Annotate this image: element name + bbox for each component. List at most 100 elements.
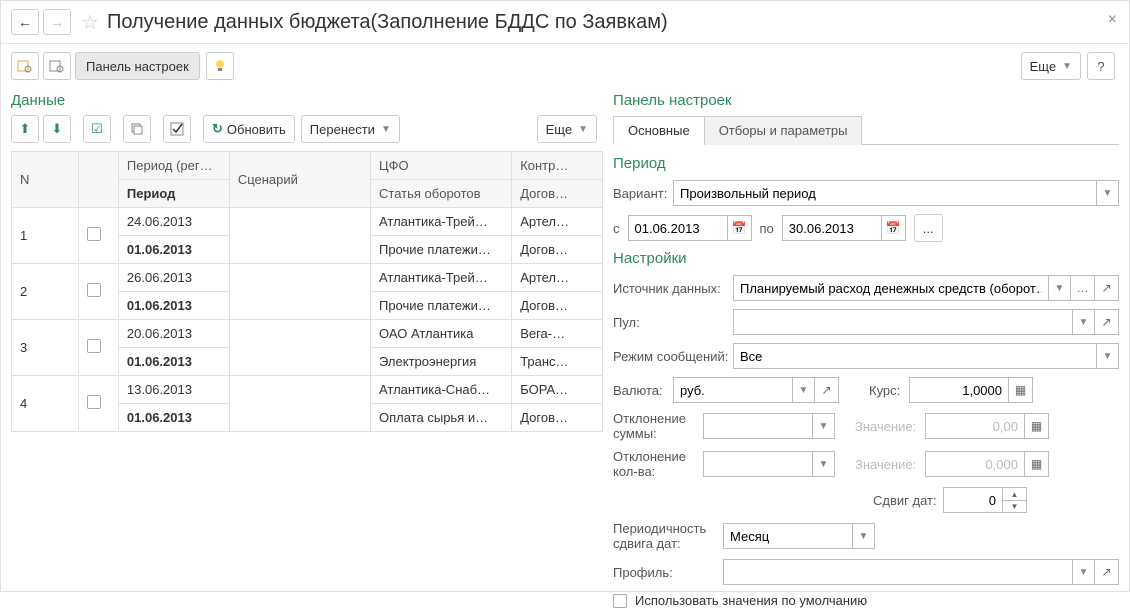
table-row[interactable]: 124.06.2013Атлантика-Трей…Артел… <box>12 208 603 236</box>
cell-period: 01.06.2013 <box>118 236 229 264</box>
qty-dev-select[interactable] <box>703 451 813 477</box>
tab-main[interactable]: Основные <box>613 116 705 145</box>
close-icon[interactable]: × <box>1108 11 1117 29</box>
transfer-button[interactable]: Перенести ▼ <box>301 115 400 143</box>
pool-input[interactable] <box>733 309 1073 335</box>
data-panel-title: Данные <box>11 92 603 109</box>
lightbulb-icon[interactable] <box>206 52 234 80</box>
cell-period: 01.06.2013 <box>118 348 229 376</box>
cell-period: 01.06.2013 <box>118 292 229 320</box>
calculator-icon[interactable]: ▦ <box>1025 413 1049 439</box>
refresh-label: Обновить <box>227 122 286 137</box>
col-scenario[interactable]: Сценарий <box>229 152 370 208</box>
col-cfo[interactable]: ЦФО <box>371 152 512 180</box>
chevron-down-icon[interactable]: ▼ <box>813 413 835 439</box>
chevron-down-icon[interactable]: ▼ <box>1097 180 1119 206</box>
help-button[interactable]: ? <box>1087 52 1115 80</box>
calendar-icon[interactable]: 📅 <box>728 215 752 241</box>
qty-value-input[interactable] <box>925 451 1025 477</box>
cell-check[interactable] <box>78 208 118 264</box>
calendar-icon[interactable]: 📅 <box>882 215 906 241</box>
cell-contractor: БОРА… <box>512 376 603 404</box>
date-from-input[interactable] <box>628 215 728 241</box>
config-icon-2[interactable] <box>43 52 71 80</box>
amount-dev-select[interactable] <box>703 413 813 439</box>
shift-label: Сдвиг дат: <box>873 493 943 508</box>
cell-contract: Догов… <box>512 236 603 264</box>
more-label: Еще <box>1030 59 1056 74</box>
cell-date: 26.06.2013 <box>118 264 229 292</box>
cell-contract: Догов… <box>512 404 603 432</box>
col-contractor[interactable]: Контр… <box>512 152 603 180</box>
col-check[interactable] <box>78 152 118 208</box>
cell-check[interactable] <box>78 320 118 376</box>
table-row[interactable]: 320.06.2013ОАО АтлантикаВега-… <box>12 320 603 348</box>
date-to-input[interactable] <box>782 215 882 241</box>
nav-forward-button[interactable]: → <box>43 9 71 35</box>
variant-select[interactable] <box>673 180 1097 206</box>
check-all-button[interactable]: ☑ <box>83 115 111 143</box>
source-label: Источник данных: <box>613 281 733 296</box>
toggle-check-button[interactable] <box>163 115 191 143</box>
shift-input[interactable] <box>943 487 1003 513</box>
cell-turnover: Электроэнергия <box>371 348 512 376</box>
amount-value-input[interactable] <box>925 413 1025 439</box>
cell-contractor: Вега-… <box>512 320 603 348</box>
open-button[interactable]: ↗ <box>1095 559 1119 585</box>
more-label: Еще <box>546 122 572 137</box>
more-button-top[interactable]: Еще ▼ <box>1021 52 1081 80</box>
use-defaults-label: Использовать значения по умолчанию <box>635 593 867 608</box>
currency-input[interactable] <box>673 377 793 403</box>
msg-mode-select[interactable] <box>733 343 1097 369</box>
cell-scenario <box>229 264 370 320</box>
data-toolbar: ⬆ ⬇ ☑ ↻ Обновить Перенести <box>11 115 603 143</box>
chevron-down-icon[interactable]: ▼ <box>793 377 815 403</box>
chevron-down-icon[interactable]: ▼ <box>853 523 875 549</box>
spin-down-button[interactable]: ▼ <box>1003 500 1027 513</box>
config-icon-1[interactable] <box>11 52 39 80</box>
period-shift-select[interactable] <box>723 523 853 549</box>
open-button[interactable]: ↗ <box>1095 275 1119 301</box>
table-row[interactable]: 226.06.2013Атлантика-Трей…Артел… <box>12 264 603 292</box>
tab-filters[interactable]: Отборы и параметры <box>704 116 863 145</box>
cell-cfo: Атлантика-Трей… <box>371 264 512 292</box>
pool-label: Пул: <box>613 315 733 330</box>
calculator-icon[interactable]: ▦ <box>1009 377 1033 403</box>
use-defaults-checkbox[interactable] <box>613 594 627 608</box>
chevron-down-icon[interactable]: ▼ <box>1049 275 1071 301</box>
settings-panel-toggle[interactable]: Панель настроек <box>75 52 200 80</box>
cell-check[interactable] <box>78 376 118 432</box>
period-picker-button[interactable]: ... <box>914 214 943 242</box>
cell-contractor: Артел… <box>512 208 603 236</box>
profile-input[interactable] <box>723 559 1073 585</box>
copy-button[interactable] <box>123 115 151 143</box>
table-row[interactable]: 413.06.2013Атлантика-Снаб…БОРА… <box>12 376 603 404</box>
cell-check[interactable] <box>78 264 118 320</box>
chevron-down-icon[interactable]: ▼ <box>1097 343 1119 369</box>
nav-back-button[interactable]: ← <box>11 9 39 35</box>
open-button[interactable]: ↗ <box>1095 309 1119 335</box>
chevron-down-icon[interactable]: ▼ <box>813 451 835 477</box>
refresh-button[interactable]: ↻ Обновить <box>203 115 295 143</box>
more-button-data[interactable]: Еще ▼ <box>537 115 597 143</box>
favorite-star-icon[interactable]: ☆ <box>81 10 99 35</box>
currency-label: Валюта: <box>613 383 673 398</box>
cell-scenario <box>229 376 370 432</box>
col-contract[interactable]: Догов… <box>512 180 603 208</box>
col-period[interactable]: Период <box>118 180 229 208</box>
period-shift-label: Периодичность сдвига дат: <box>613 521 723 551</box>
col-n[interactable]: N <box>12 152 79 208</box>
col-turnover[interactable]: Статья оборотов <box>371 180 512 208</box>
chevron-down-icon[interactable]: ▼ <box>1073 559 1095 585</box>
chevron-down-icon: ▼ <box>1062 61 1072 72</box>
chevron-down-icon[interactable]: ▼ <box>1073 309 1095 335</box>
source-input[interactable] <box>733 275 1049 301</box>
move-down-button[interactable]: ⬇ <box>43 115 71 143</box>
calculator-icon[interactable]: ▦ <box>1025 451 1049 477</box>
open-button[interactable]: ↗ <box>815 377 839 403</box>
ellipsis-button[interactable]: … <box>1071 275 1095 301</box>
rate-input[interactable] <box>909 377 1009 403</box>
spin-up-button[interactable]: ▲ <box>1003 487 1027 500</box>
col-period-reg[interactable]: Период (рег… <box>118 152 229 180</box>
move-up-button[interactable]: ⬆ <box>11 115 39 143</box>
